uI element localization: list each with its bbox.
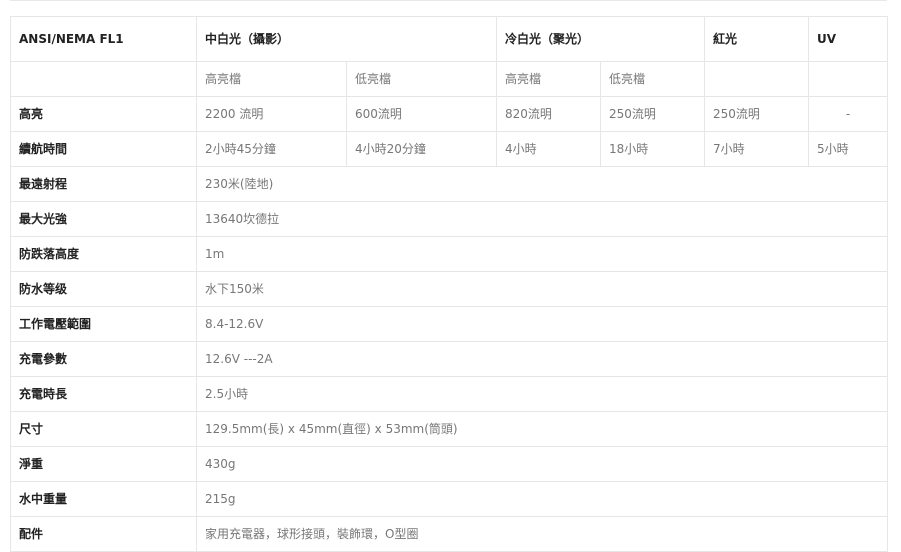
- top-divider: [10, 0, 887, 1]
- header-model: ANSI/NEMA FL1: [10, 16, 197, 62]
- cell-white-high: 2小時45分鐘: [196, 131, 347, 167]
- table-row: 淨重 430g: [10, 446, 889, 482]
- row-label: 續航時間: [10, 131, 197, 167]
- header-cold-white-light: 冷白光（聚光）: [496, 16, 706, 62]
- row-value: 230米(陸地): [195, 166, 889, 202]
- row-label: 水中重量: [10, 481, 197, 517]
- row-label: 配件: [10, 516, 197, 552]
- row-label: 最大光強: [10, 201, 197, 237]
- subheader-uv-empty: [808, 61, 889, 97]
- table-row-brightness: 高亮 2200 流明 600流明 820流明 250流明 250流明 -: [10, 96, 889, 132]
- row-label: 充電參數: [10, 341, 197, 377]
- table-row: 水中重量 215g: [10, 481, 889, 517]
- subheader-empty: [10, 61, 197, 97]
- table-row: 防水等级 水下150米: [10, 271, 889, 307]
- cell-cold-low: 18小時: [600, 131, 706, 167]
- row-label: 充電時長: [10, 376, 197, 412]
- cell-red: 250流明: [704, 96, 810, 132]
- table-row: 最大光強 13640坎德拉: [10, 201, 889, 237]
- table-row: 充電參數 12.6V ---2A: [10, 341, 889, 377]
- cell-white-high: 2200 流明: [196, 96, 347, 132]
- row-label: 防水等级: [10, 271, 197, 307]
- header-white-light: 中白光（攝影）: [195, 16, 498, 62]
- table-row: 工作電壓範圍 8.4-12.6V: [10, 306, 889, 342]
- row-value: 129.5mm(長) x 45mm(直徑) x 53mm(筒頭): [195, 411, 889, 447]
- header-red-light: 紅光: [704, 16, 810, 62]
- row-value: 水下150米: [195, 271, 889, 307]
- subheader-white-high: 高亮檔: [196, 61, 347, 97]
- cell-uv: -: [808, 96, 889, 132]
- cell-white-low: 4小時20分鐘: [345, 131, 498, 167]
- table-row: 防跌落高度 1m: [10, 236, 889, 272]
- row-label: 工作電壓範圍: [10, 306, 197, 342]
- row-value: 2.5小時: [195, 376, 889, 412]
- cell-uv: 5小時: [808, 131, 889, 167]
- row-label: 淨重: [10, 446, 197, 482]
- row-label: 最遠射程: [10, 166, 197, 202]
- row-value: 12.6V ---2A: [195, 341, 889, 377]
- spec-table: ANSI/NEMA FL1 中白光（攝影） 冷白光（聚光） 紅光 UV 高亮檔 …: [10, 16, 889, 552]
- table-row: 充電時長 2.5小時: [10, 376, 889, 412]
- header-uv: UV: [808, 16, 889, 62]
- row-label: 尺寸: [10, 411, 197, 447]
- cell-cold-high: 4小時: [496, 131, 602, 167]
- table-row: 尺寸 129.5mm(長) x 45mm(直徑) x 53mm(筒頭): [10, 411, 889, 447]
- table-row-runtime: 續航時間 2小時45分鐘 4小時20分鐘 4小時 18小時 7小時 5小時: [10, 131, 889, 167]
- table-row: 配件 家用充電器，球形接頭，裝飾環，O型圈: [10, 516, 889, 552]
- subheader-cold-high: 高亮檔: [496, 61, 602, 97]
- cell-cold-low: 250流明: [600, 96, 706, 132]
- row-value: 215g: [195, 481, 889, 517]
- row-label: 高亮: [10, 96, 197, 132]
- cell-red: 7小時: [704, 131, 810, 167]
- row-value: 1m: [195, 236, 889, 272]
- subheader-row: 高亮檔 低亮檔 高亮檔 低亮檔: [10, 61, 889, 97]
- header-row: ANSI/NEMA FL1 中白光（攝影） 冷白光（聚光） 紅光 UV: [10, 16, 889, 62]
- row-label: 防跌落高度: [10, 236, 197, 272]
- row-value: 家用充電器，球形接頭，裝飾環，O型圈: [195, 516, 889, 552]
- subheader-white-low: 低亮檔: [345, 61, 498, 97]
- table-row: 最遠射程 230米(陸地): [10, 166, 889, 202]
- row-value: 13640坎德拉: [195, 201, 889, 237]
- subheader-cold-low: 低亮檔: [600, 61, 706, 97]
- cell-white-low: 600流明: [345, 96, 498, 132]
- subheader-red-empty: [704, 61, 810, 97]
- cell-cold-high: 820流明: [496, 96, 602, 132]
- row-value: 430g: [195, 446, 889, 482]
- row-value: 8.4-12.6V: [195, 306, 889, 342]
